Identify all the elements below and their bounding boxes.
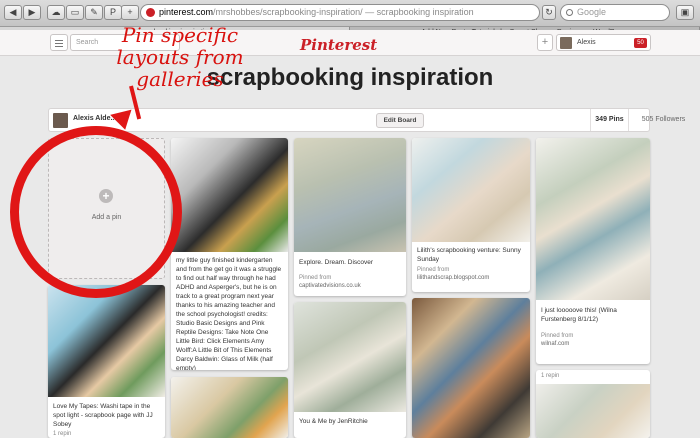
pinned-from-label: Pinned from	[299, 275, 332, 281]
add-icon[interactable]: +	[537, 34, 553, 51]
edit-board-button[interactable]: Edit Board	[376, 113, 424, 128]
url-title: — scrapbooking inspiration	[362, 7, 474, 17]
pin-description: I just looooove this! (Wilna Furstenberg…	[541, 307, 617, 323]
pin-image[interactable]	[412, 138, 530, 242]
wrench-icon[interactable]: ✎	[85, 5, 103, 20]
url-path: /mrshobbes/scrapbooking-inspiration/	[213, 7, 363, 17]
search-icon	[566, 9, 573, 16]
pinned-from-label: Pinned from	[417, 267, 450, 273]
source-link[interactable]: lilithandscrap.blogspot.com	[417, 274, 525, 282]
pin-card[interactable]: Love My Tapes: Washi tape in the spot li…	[48, 285, 165, 438]
user-name: Alexis	[577, 39, 596, 46]
pin-source[interactable]: Pinned from lilithandscrap.blogspot.com	[417, 266, 525, 282]
avatar	[560, 37, 572, 49]
notification-badge[interactable]: 50	[634, 38, 647, 48]
forward-icon[interactable]: ▶	[23, 5, 41, 20]
browser-window: ◀ ▶ ☁ ▭ ✎ P + pinterest.com/mrshobbes/sc…	[0, 0, 700, 438]
pin-card[interactable]: Explore. Dream. Discover Pinned from cap…	[294, 138, 406, 296]
pin-description: Lilith's scrapbooking venture: Sunny Sun…	[417, 247, 521, 263]
pin-card[interactable]: Lilith's scrapbooking venture: Sunny Sun…	[412, 138, 530, 292]
pin-image[interactable]	[171, 377, 288, 438]
reload-icon[interactable]: ↻	[542, 5, 556, 20]
pin-card[interactable]: You & Me by JenRitchie	[294, 302, 406, 438]
pin-image[interactable]	[171, 138, 288, 252]
pin-description: You & Me by JenRitchie	[299, 418, 368, 425]
owner-avatar[interactable]	[53, 113, 68, 128]
screen-icon[interactable]: ▭	[66, 5, 84, 20]
source-link[interactable]: wilnaf.com	[541, 340, 645, 348]
annotation-text: Pin specific layouts from galleries	[116, 23, 244, 91]
extension-icon[interactable]: ▣	[676, 5, 694, 20]
pinterest-extension-icon[interactable]: P	[104, 5, 122, 20]
pin-card[interactable]	[412, 298, 530, 438]
address-bar[interactable]: pinterest.com/mrshobbes/scrapbooking-ins…	[140, 4, 540, 21]
pinterest-logo[interactable]: Pinterest	[300, 36, 377, 54]
pin-repins: 1 repin	[541, 373, 560, 379]
pin-image[interactable]	[294, 138, 406, 252]
url-host: pinterest.com	[159, 7, 214, 17]
browser-toolbar: ◀ ▶ ☁ ▭ ✎ P + pinterest.com/mrshobbes/sc…	[0, 0, 700, 27]
pin-image[interactable]	[536, 138, 650, 300]
pin-card[interactable]: 1 repin	[536, 370, 650, 438]
menu-icon[interactable]	[50, 34, 68, 51]
pin-source[interactable]: Pinned from captivatedvisions.co.uk	[299, 274, 401, 290]
pinterest-favicon-icon	[146, 8, 155, 17]
pin-image[interactable]	[412, 298, 530, 438]
pin-repins: 1 repin	[53, 431, 72, 437]
browser-search-field[interactable]: Google	[560, 4, 670, 21]
add-tab-icon[interactable]: +	[121, 5, 139, 20]
pins-count[interactable]: 349 Pins	[590, 109, 628, 131]
cloud-icon[interactable]: ☁	[47, 5, 65, 20]
pin-image[interactable]	[536, 384, 650, 438]
source-link[interactable]: captivatedvisions.co.uk	[299, 282, 401, 290]
pin-description: Explore. Dream. Discover	[299, 259, 374, 266]
pin-image[interactable]	[48, 285, 165, 397]
back-icon[interactable]: ◀	[4, 5, 22, 20]
pin-card[interactable]: my little guy finished kindergarten and …	[171, 138, 288, 370]
user-menu[interactable]: Alexis 50	[556, 34, 651, 51]
pin-card[interactable]	[171, 377, 288, 438]
followers-count[interactable]: 505 Followers	[628, 109, 698, 131]
pin-description: Love My Tapes: Washi tape in the spot li…	[53, 403, 153, 428]
pin-image[interactable]	[294, 302, 406, 412]
annotation-circle	[10, 126, 182, 298]
pin-description: my little guy finished kindergarten and …	[176, 257, 282, 370]
pin-source[interactable]: Pinned from wilnaf.com	[541, 332, 645, 348]
pinned-from-label: Pinned from	[541, 333, 574, 339]
browser-search-placeholder: Google	[577, 7, 607, 17]
pin-card[interactable]: I just looooove this! (Wilna Furstenberg…	[536, 138, 650, 364]
